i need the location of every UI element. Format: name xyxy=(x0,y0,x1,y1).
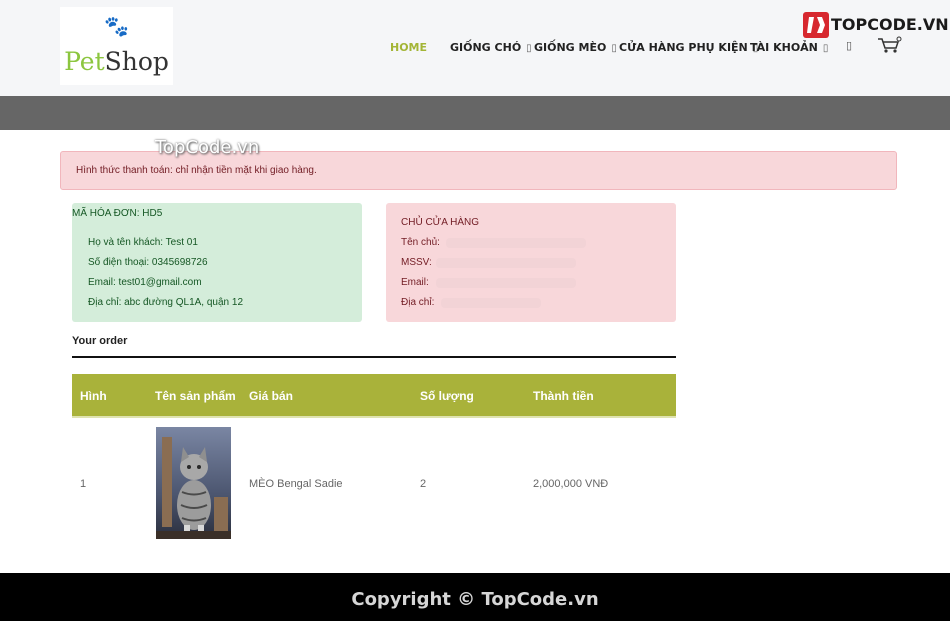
customer-email: Email: test01@gmail.com xyxy=(88,277,202,288)
customer-phone: Số điện thoại: 0345698726 xyxy=(88,257,208,268)
nav-giong-meo[interactable]: GIỐNG MÈO ▯ xyxy=(534,40,617,56)
topcode-logo-icon xyxy=(803,12,829,38)
logo-text: PetShop xyxy=(64,47,169,76)
copyright-text: Copyright © TopCode.vn xyxy=(351,589,599,610)
dropdown-icon: ▯ xyxy=(526,43,532,54)
column-header-image: Hình xyxy=(80,389,107,403)
dropdown-icon: ▯ xyxy=(611,43,617,54)
shop-owner-box: CHỦ CỬA HÀNG Tên chủ: MSSV: Email: Địa c… xyxy=(386,203,676,322)
row-product-name: MÈO Bengal Sadie xyxy=(249,478,343,490)
blurred-value xyxy=(446,238,586,248)
column-header-price: Giá bán xyxy=(249,389,294,403)
petshop-logo[interactable]: 🐾 PetShop xyxy=(60,7,173,85)
paw-icon: 🐾 xyxy=(104,16,129,38)
invoice-code: MÃ HÓA ĐƠN: HD5 xyxy=(72,208,163,219)
owner-address-label: Địa chỉ: xyxy=(401,297,435,308)
column-header-total: Thành tiền xyxy=(533,389,594,403)
nav-giong-cho[interactable]: GIỐNG CHÓ ▯ xyxy=(450,40,532,56)
product-image xyxy=(156,427,231,539)
column-header-product: Tên sản phẩm xyxy=(155,389,236,403)
owner-name-label: Tên chủ: xyxy=(401,237,440,248)
order-title: Your order xyxy=(72,335,128,347)
site-footer: Copyright © TopCode.vn xyxy=(0,573,950,621)
payment-alert-text: Hình thức thanh toán: chỉ nhận tiền mặt … xyxy=(76,165,317,176)
search-icon[interactable]: ▯ xyxy=(846,40,852,52)
nav-home[interactable]: HOME xyxy=(390,40,427,56)
row-index: 1 xyxy=(80,478,87,490)
blurred-value xyxy=(441,298,541,308)
site-header: 🐾 PetShop HOME GIỐNG CHÓ ▯ GIỐNG MÈO ▯ CỬA… xyxy=(0,0,950,96)
column-header-quantity: Số lượng xyxy=(420,389,474,403)
blurred-value xyxy=(436,278,576,288)
invoice-info-box: MÃ HÓA ĐƠN: HD5 Họ và tên khách: Test 01… xyxy=(72,203,362,322)
row-quantity: 2 xyxy=(420,478,427,490)
topcode-logo-text: TOPCODE.VN xyxy=(831,15,949,34)
customer-address: Địa chỉ: abc đường QL1A, quận 12 xyxy=(88,297,244,308)
order-divider xyxy=(72,356,676,358)
owner-student-id-label: MSSV: xyxy=(401,257,432,268)
owner-title: CHỦ CỬA HÀNG xyxy=(401,217,479,228)
page-banner xyxy=(0,96,950,130)
order-table-header: Hình Tên sản phẩm Giá bán Số lượng Thành… xyxy=(72,374,676,418)
row-total: 2,000,000 VNĐ xyxy=(533,478,609,490)
cart-icon[interactable] xyxy=(876,36,902,59)
dropdown-icon: ▯ xyxy=(822,43,829,54)
nav-tai-khoan[interactable]: TÀI KHOẢN ▯ xyxy=(750,40,828,56)
customer-name: Họ và tên khách: Test 01 xyxy=(88,237,198,248)
watermark-text: TopCode.vn xyxy=(155,137,260,158)
nav-cua-hang-phu-kien[interactable]: CỬA HÀNG PHỤ KIỆN ▯ xyxy=(619,40,758,56)
owner-email-label: Email: xyxy=(401,277,429,288)
blurred-value xyxy=(436,258,576,268)
